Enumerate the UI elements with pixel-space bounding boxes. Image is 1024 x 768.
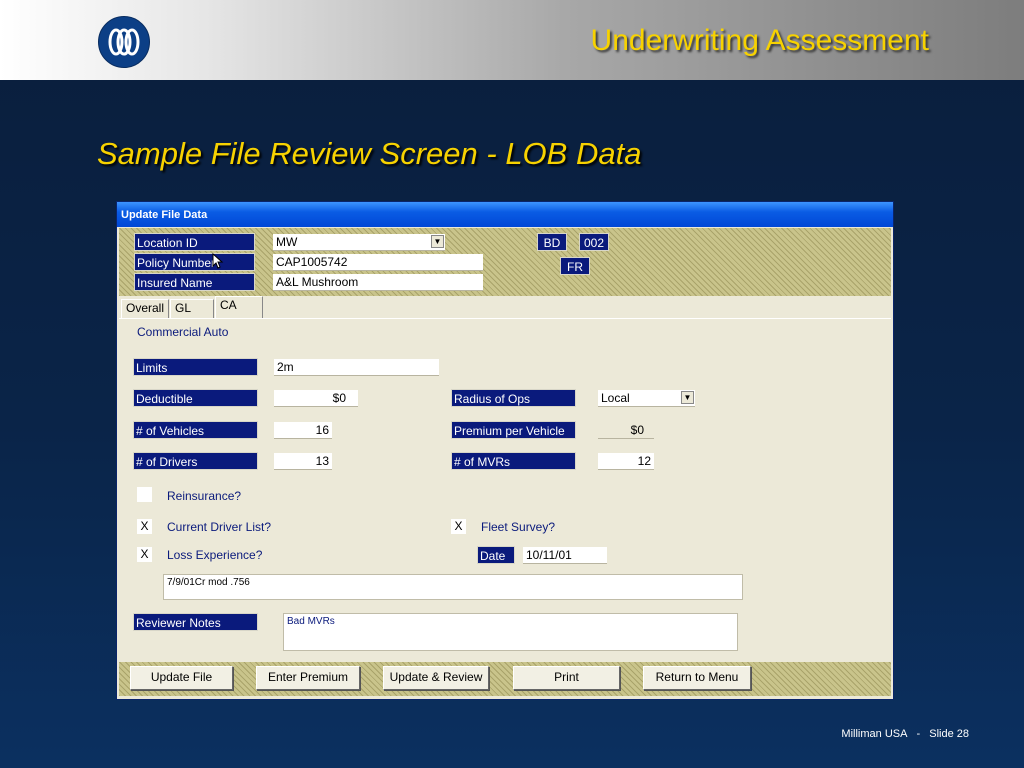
section-title: Commercial Auto (137, 325, 229, 339)
radius-label: Radius of Ops (451, 389, 576, 407)
button-bar: Update File Enter Premium Update & Revie… (119, 662, 891, 696)
mouse-cursor-icon (212, 253, 224, 269)
window-titlebar[interactable]: Update File Data (117, 202, 893, 227)
date-field[interactable]: 10/11/01 (523, 547, 607, 564)
premium-label: Premium per Vehicle (451, 421, 576, 439)
return-to-menu-button[interactable]: Return to Menu (643, 666, 751, 690)
policy-number-field[interactable]: CAP1005742 (273, 254, 483, 271)
chevron-down-icon[interactable]: ▼ (431, 235, 444, 248)
tab-overall[interactable]: Overall (121, 299, 169, 318)
loss-experience-checkbox[interactable]: X (137, 547, 152, 562)
location-id-label: Location ID (134, 233, 255, 251)
reviewer-notes-textarea[interactable]: Bad MVRs (283, 613, 738, 651)
tab-divider (119, 318, 891, 319)
slide-footer: Milliman USA - Slide 28 (838, 728, 972, 740)
slide-header-bar: Underwriting Assessment (0, 0, 1024, 80)
update-file-window: Update File Data Location ID MW ▼ Policy… (116, 201, 894, 700)
radius-value: Local (601, 391, 630, 405)
fr-label: FR (560, 257, 590, 275)
limits-label: Limits (133, 358, 258, 376)
window-title: Update File Data (121, 209, 208, 221)
footer-slide-number: Slide 28 (929, 728, 969, 740)
limits-field[interactable]: 2m (274, 359, 439, 376)
header-panel: Location ID MW ▼ Policy Number CAP100574… (119, 228, 891, 296)
fleet-survey-label: Fleet Survey? (481, 520, 556, 534)
location-id-value: MW (276, 235, 298, 249)
bd-value: 002 (579, 233, 609, 251)
insured-name-field[interactable]: A&L Mushroom (273, 274, 483, 291)
tab-ca[interactable]: CA (215, 296, 263, 318)
radius-select[interactable]: Local ▼ (598, 390, 695, 407)
driver-list-checkbox[interactable]: X (137, 519, 152, 534)
update-review-button[interactable]: Update & Review (383, 666, 489, 690)
slide-title: Underwriting Assessment (590, 24, 929, 57)
milliman-logo (98, 16, 150, 68)
vehicles-label: # of Vehicles (133, 421, 258, 439)
date-label: Date (477, 546, 515, 564)
reinsurance-checkbox[interactable] (137, 487, 152, 502)
mvrs-label: # of MVRs (451, 452, 576, 470)
deductible-field[interactable]: $0 (274, 390, 358, 407)
driver-list-label: Current Driver List? (167, 520, 272, 534)
deductible-label: Deductible (133, 389, 258, 407)
tab-gl[interactable]: GL (170, 299, 214, 318)
reviewer-notes-label: Reviewer Notes (133, 613, 258, 631)
policy-number-label: Policy Number (134, 253, 255, 271)
footer-company: Milliman USA (841, 728, 908, 740)
loss-experience-label: Loss Experience? (167, 548, 263, 562)
location-id-select[interactable]: MW ▼ (273, 234, 445, 251)
update-file-button[interactable]: Update File (130, 666, 233, 690)
drivers-field[interactable]: 13 (274, 453, 332, 470)
slide-subtitle: Sample File Review Screen - LOB Data (97, 136, 642, 171)
vehicles-field[interactable]: 16 (274, 422, 332, 439)
fleet-survey-checkbox[interactable]: X (451, 519, 466, 534)
print-button[interactable]: Print (513, 666, 620, 690)
insured-name-label: Insured Name (134, 273, 255, 291)
premium-field[interactable]: $0 (598, 422, 654, 439)
drivers-label: # of Drivers (133, 452, 258, 470)
enter-premium-button[interactable]: Enter Premium (256, 666, 360, 690)
chevron-down-icon[interactable]: ▼ (681, 391, 694, 404)
footer-separator: - (916, 728, 921, 740)
loss-notes-textarea[interactable]: 7/9/01Cr mod .756 (163, 574, 743, 600)
bd-label: BD (537, 233, 567, 251)
reinsurance-label: Reinsurance? (167, 489, 242, 503)
mvrs-field[interactable]: 12 (598, 453, 654, 470)
